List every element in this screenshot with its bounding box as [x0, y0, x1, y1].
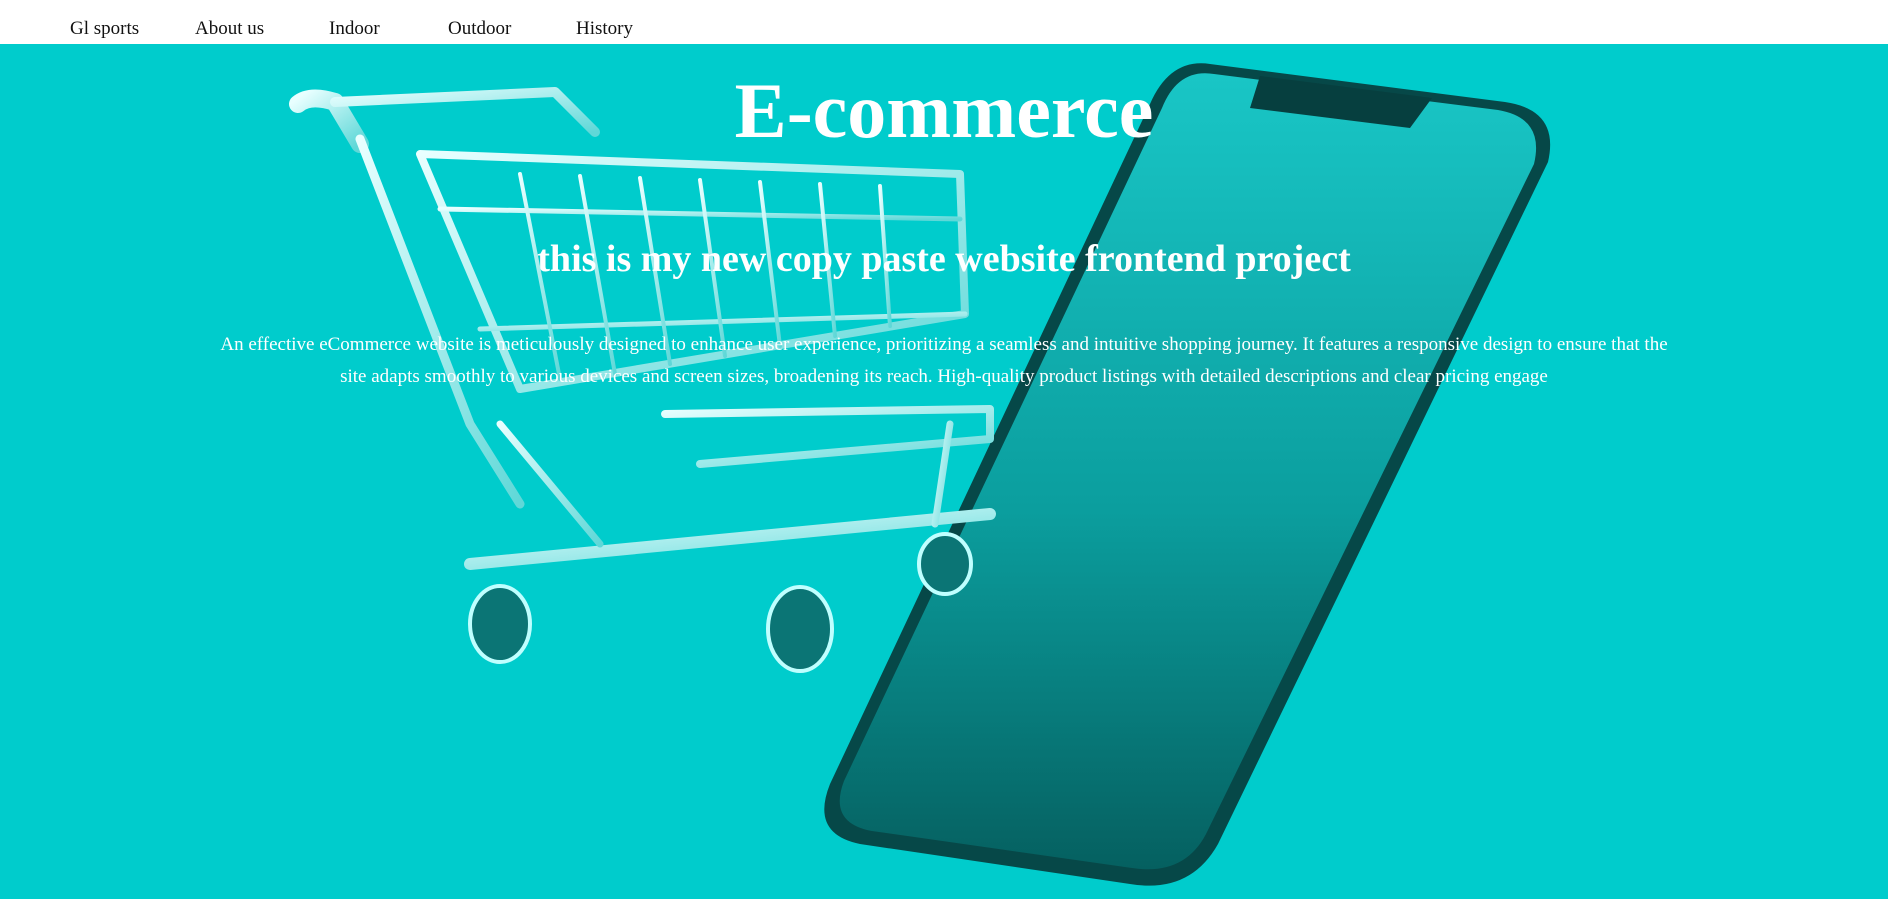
nav-link-history[interactable]: History	[576, 18, 633, 40]
hero-description: An effective eCommerce website is meticu…	[220, 334, 1668, 387]
hero-section: E-commerce this is my new copy paste web…	[0, 44, 1888, 899]
nav-link-about-us[interactable]: About us	[195, 18, 264, 40]
nav-link-indoor[interactable]: Indoor	[329, 18, 380, 40]
smartphone-icon	[824, 63, 1551, 886]
page-title: E-commerce	[734, 67, 1154, 154]
hero-background-image	[289, 63, 1551, 886]
nav-link-gl-sports[interactable]: Gl sports	[70, 18, 139, 40]
top-navigation: Gl sports About us Indoor Outdoor Histor…	[0, 0, 1888, 44]
shopping-cart-icon	[289, 87, 996, 570]
nav-link-outdoor[interactable]: Outdoor	[448, 18, 511, 40]
page-subtitle: this is my new copy paste website fronte…	[537, 238, 1351, 280]
